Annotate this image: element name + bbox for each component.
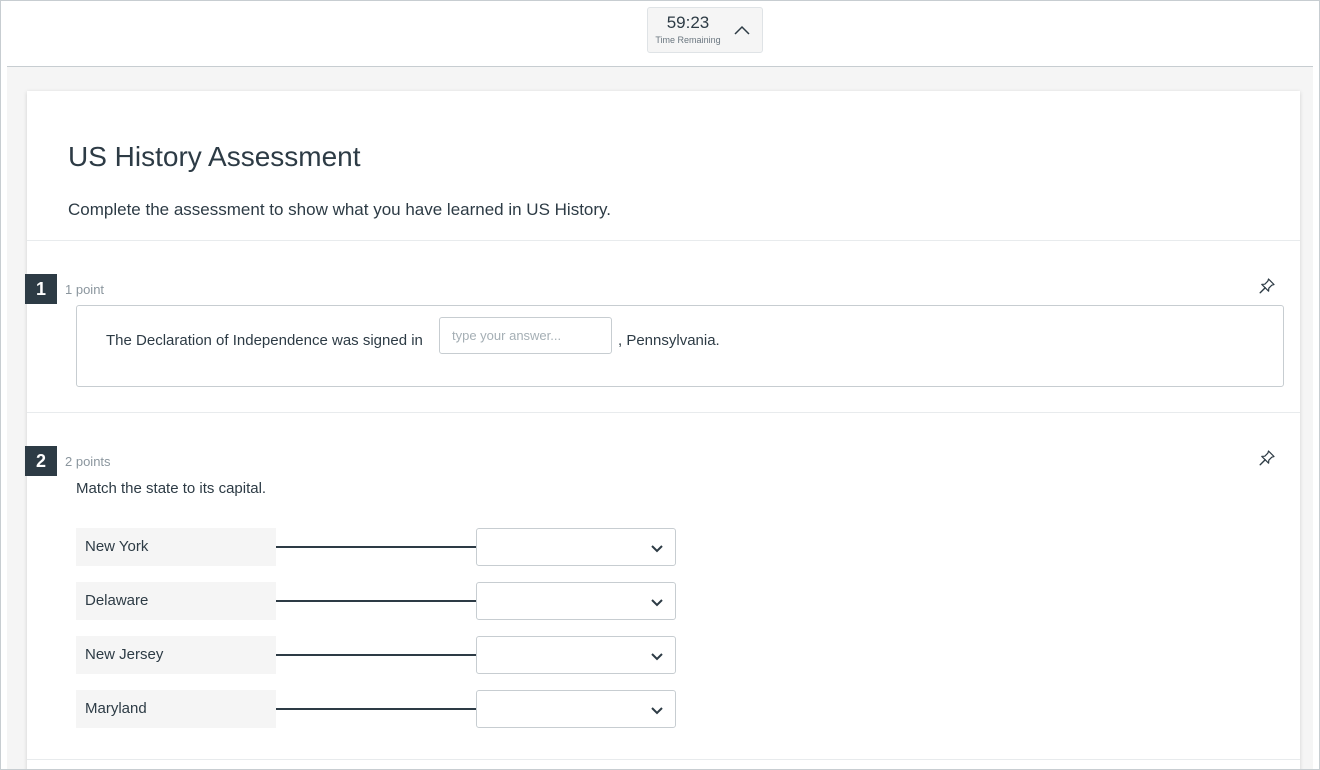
question-points: 2 points — [65, 454, 111, 469]
match-state-label: New Jersey — [76, 636, 276, 674]
question-number-badge: 2 — [25, 446, 57, 476]
app-window: 59:23 Time Remaining US History Assessme… — [0, 0, 1320, 770]
capital-select[interactable] — [476, 690, 676, 728]
answer-input[interactable] — [439, 317, 612, 354]
question-text-after: , Pennsylvania. — [618, 332, 720, 349]
capital-select[interactable] — [476, 582, 676, 620]
quiz-card: US History Assessment Complete the asses… — [25, 91, 1300, 769]
match-connector — [276, 708, 476, 710]
match-state-label: Delaware — [76, 582, 276, 620]
match-state-label: Maryland — [76, 690, 276, 728]
match-connector — [276, 600, 476, 602]
timer-bar: 59:23 Time Remaining — [1, 1, 1319, 67]
section-divider — [27, 240, 1300, 241]
capital-select[interactable] — [476, 636, 676, 674]
match-row: New Jersey — [76, 636, 676, 674]
question-1-body: The Declaration of Independence was sign… — [76, 305, 1284, 387]
match-connector — [276, 546, 476, 548]
question-points: 1 point — [65, 282, 105, 297]
chevron-up-icon[interactable] — [732, 20, 752, 40]
timer-label: Time Remaining — [655, 35, 721, 45]
pin-icon[interactable] — [1258, 277, 1276, 295]
chevron-down-icon — [651, 599, 663, 607]
match-row: New York — [76, 528, 676, 566]
chevron-down-icon — [651, 707, 663, 715]
chevron-down-icon — [651, 653, 663, 661]
match-row: Delaware — [76, 582, 676, 620]
timer-widget[interactable]: 59:23 Time Remaining — [647, 7, 763, 53]
match-row: Maryland — [76, 690, 676, 728]
match-state-label: New York — [76, 528, 276, 566]
timer-value: 59:23 — [666, 13, 710, 32]
page-title: US History Assessment — [68, 141, 361, 172]
pin-icon[interactable] — [1258, 449, 1276, 467]
question-prompt: Match the state to its capital. — [76, 480, 267, 497]
question-text-before: The Declaration of Independence was sign… — [106, 332, 423, 349]
match-connector — [276, 654, 476, 656]
capital-select[interactable] — [476, 528, 676, 566]
chevron-down-icon — [651, 545, 663, 553]
question-number-badge: 1 — [25, 274, 57, 304]
section-divider — [27, 759, 1300, 760]
section-divider — [27, 412, 1300, 413]
quiz-description: Complete the assessment to show what you… — [68, 200, 612, 219]
